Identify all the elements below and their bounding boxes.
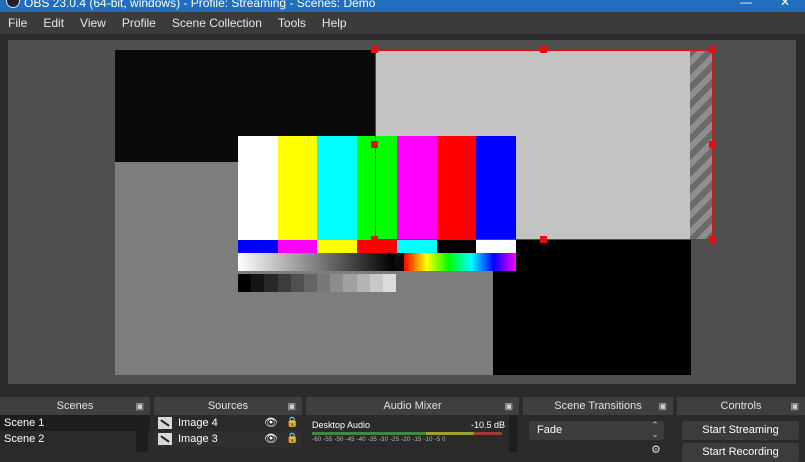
mixer-title: Audio Mixer [383, 400, 442, 412]
lock-icon[interactable]: 🔒 [286, 431, 298, 447]
gray-step [330, 274, 344, 292]
resize-handle-right[interactable] [709, 141, 716, 148]
obs-logo-icon [6, 0, 20, 8]
gray-step [238, 274, 252, 292]
minimize-button[interactable]: — [740, 0, 752, 9]
dock-float-icon[interactable]: ▣ [135, 397, 144, 415]
gray-step [382, 274, 397, 292]
dock-float-icon[interactable]: ▣ [658, 397, 667, 415]
menu-file[interactable]: File [0, 16, 35, 30]
gear-icon[interactable]: ⚙ [651, 443, 661, 456]
gray-steps [238, 274, 397, 292]
transition-selected: Fade [537, 424, 563, 436]
transitions-dock-title: Scene Transitions ▣ [523, 397, 673, 415]
dock-float-icon[interactable]: ▣ [790, 397, 799, 415]
source-label: Image 3 [178, 433, 218, 445]
controls-panel: Start Streaming Start Recording [677, 415, 805, 462]
scene-item-2[interactable]: Scene 2 [0, 431, 150, 447]
dock-float-icon[interactable]: ▣ [504, 397, 513, 415]
scene-transitions: Fade ⌃ ⌄ ⚙ [523, 415, 673, 456]
resize-handle-bottom-right[interactable] [709, 236, 716, 243]
visibility-eye-icon[interactable]: 👁 [264, 415, 278, 431]
lock-icon[interactable]: 🔒 [286, 415, 298, 431]
reverse-bar [476, 240, 517, 253]
scenes-title: Scenes [56, 400, 94, 412]
color-bar [317, 136, 358, 240]
reverse-bar [436, 240, 477, 253]
mixer-scrollbar[interactable] [509, 415, 517, 452]
scene-item-1[interactable]: Scene 1 [0, 415, 150, 431]
menu-view[interactable]: View [72, 16, 114, 30]
mixer-level: -10.5 dB [470, 420, 505, 430]
gray-step [290, 274, 304, 292]
rainbow-strip [404, 253, 516, 271]
source-label: Image 4 [178, 417, 218, 429]
window-titlebar: OBS 23.0.4 (64-bit, windows) - Profile: … [0, 0, 805, 12]
meter-ticks: -60 -55 -50 -45 -40 -35 -30 -25 -20 -15 … [312, 437, 446, 443]
resize-handle-top-left[interactable] [371, 46, 378, 53]
resize-handle-bottom-left[interactable] [371, 236, 378, 243]
sources-dock-title: Sources ▣ [154, 397, 302, 415]
scenes-scrollbar[interactable] [136, 415, 148, 452]
image-source-icon [158, 417, 172, 429]
volume-meter [312, 432, 502, 435]
gray-gradient-strip [238, 253, 394, 271]
preview-area[interactable] [8, 40, 796, 384]
mixer-dock-title: Audio Mixer ▣ [306, 397, 519, 415]
color-bar [277, 136, 318, 240]
menu-profile[interactable]: Profile [114, 16, 164, 30]
selection-box[interactable] [375, 50, 713, 240]
color-bar [238, 136, 279, 240]
menu-help[interactable]: Help [314, 16, 355, 30]
chevron-updown-icon: ⌃ ⌄ [651, 420, 659, 439]
close-button[interactable]: ✕ [780, 0, 790, 9]
black-block-source[interactable] [493, 239, 691, 375]
sources-list: Image 4 👁 🔒 Image 3 👁 🔒 [154, 415, 302, 452]
gray-step [343, 274, 357, 292]
audio-mixer: Desktop Audio -10.5 dB -60 -55 -50 -45 -… [306, 415, 519, 452]
start-streaming-button[interactable]: Start Streaming [682, 421, 799, 440]
gray-step [251, 274, 265, 292]
visibility-eye-icon[interactable]: 👁 [264, 431, 278, 447]
reverse-bar [277, 240, 318, 253]
controls-title: Controls [720, 400, 762, 412]
source-item-image-4[interactable]: Image 4 👁 🔒 [154, 415, 302, 431]
image-source-icon [158, 433, 172, 445]
transitions-title: Scene Transitions [554, 400, 642, 412]
menu-bar: File Edit View Profile Scene Collection … [0, 12, 805, 34]
resize-handle-bottom[interactable] [540, 236, 547, 243]
mixer-channel-label: Desktop Audio [312, 420, 371, 430]
gray-step [303, 274, 318, 292]
source-item-image-3[interactable]: Image 3 👁 🔒 [154, 431, 302, 447]
gray-step [277, 274, 291, 292]
gray-step [369, 274, 383, 292]
transition-select[interactable]: Fade ⌃ ⌄ [529, 421, 664, 440]
scenes-list: Scene 1 Scene 2 [0, 415, 150, 452]
reverse-bar [317, 240, 358, 253]
gray-step [317, 274, 331, 292]
menu-scene-collection[interactable]: Scene Collection [164, 16, 270, 30]
resize-handle-top[interactable] [540, 46, 547, 53]
gray-step [264, 274, 278, 292]
sources-title: Sources [207, 400, 249, 412]
reverse-bar [238, 240, 279, 253]
menu-edit[interactable]: Edit [35, 16, 72, 30]
scenes-dock-title: Scenes ▣ [0, 397, 150, 415]
window-title: OBS 23.0.4 (64-bit, windows) - Profile: … [24, 0, 376, 10]
strip-gap [394, 253, 404, 271]
reverse-bar [396, 240, 438, 253]
resize-handle-left[interactable] [371, 141, 378, 148]
start-recording-button[interactable]: Start Recording [682, 443, 799, 462]
dock-float-icon[interactable]: ▣ [287, 397, 296, 415]
resize-handle-top-right[interactable] [709, 46, 716, 53]
gray-step [356, 274, 370, 292]
controls-dock-title: Controls ▣ [677, 397, 805, 415]
menu-tools[interactable]: Tools [270, 16, 314, 30]
